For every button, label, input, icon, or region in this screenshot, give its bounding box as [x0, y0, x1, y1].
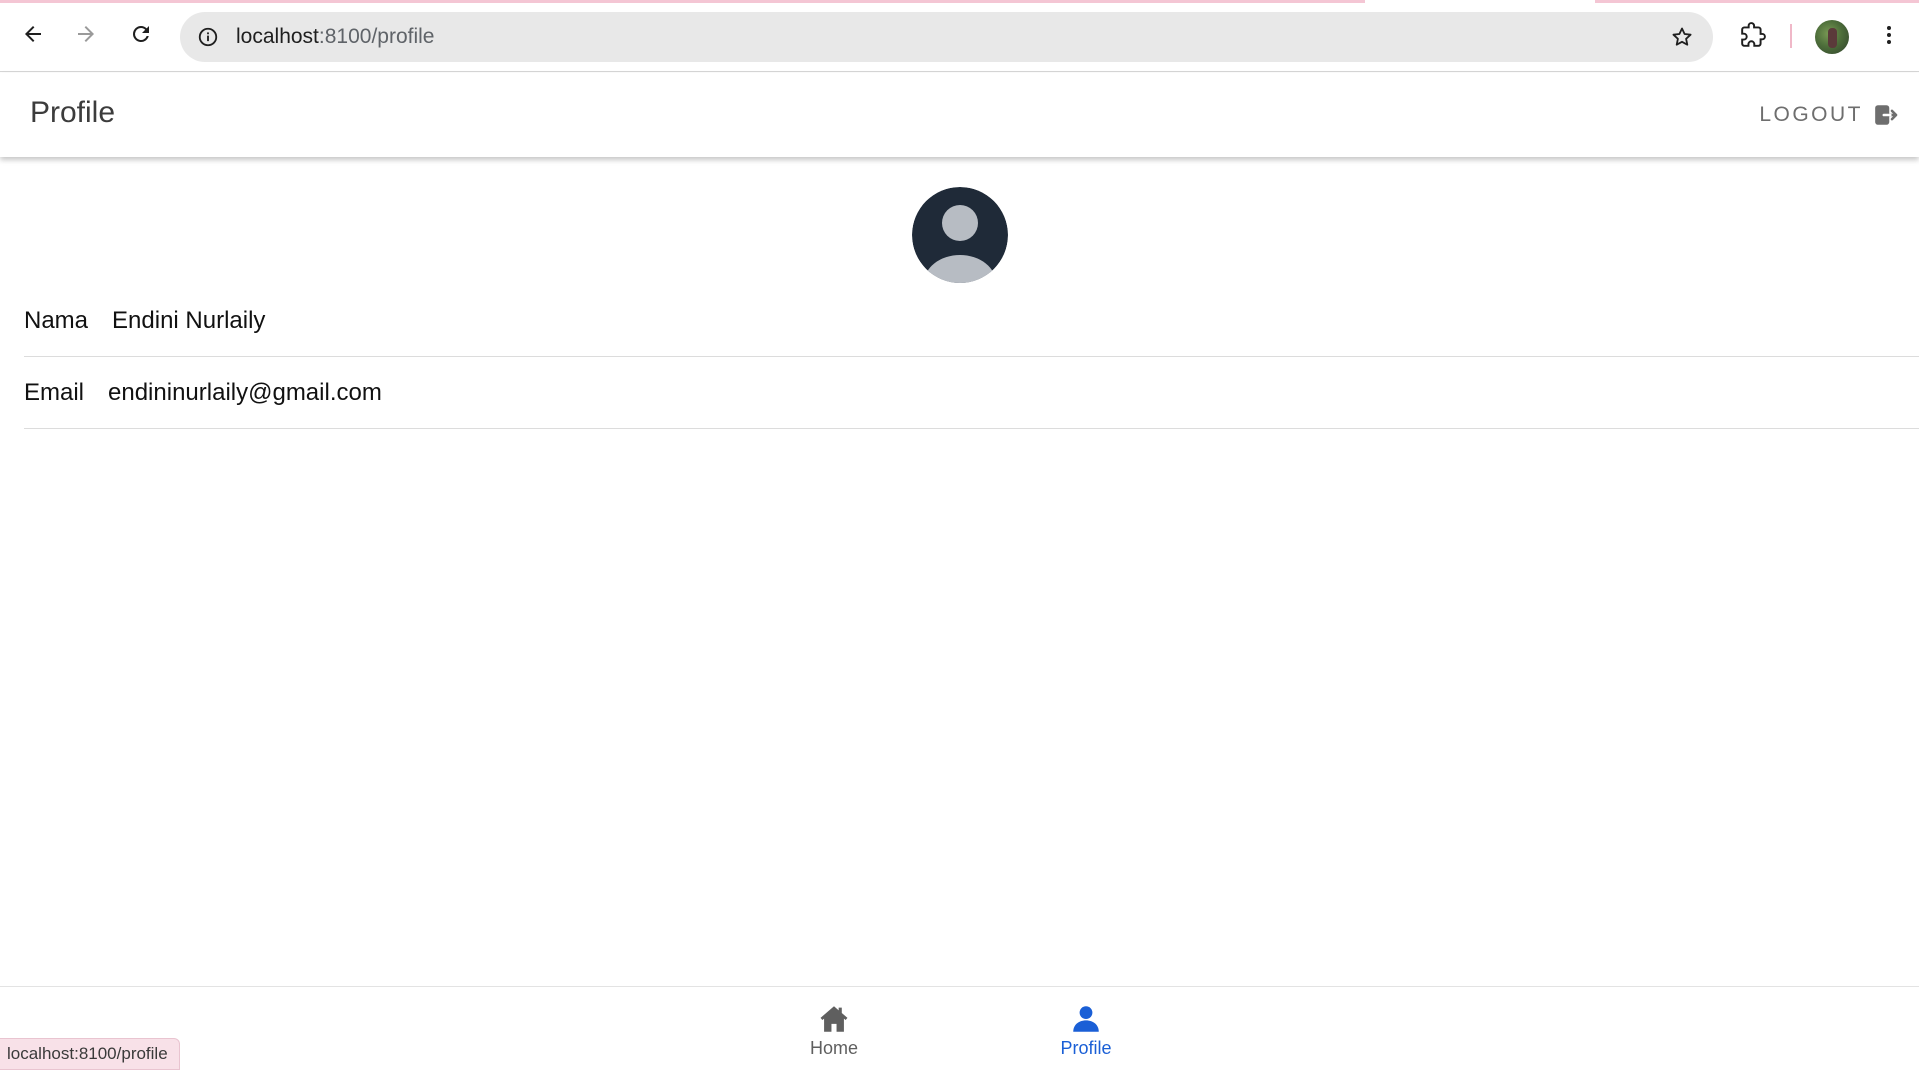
tab-label: Profile [1060, 1037, 1112, 1058]
browser-toolbar: localhost:8100/profile [0, 0, 1919, 72]
profile-row-email: Email endininurlaily@gmail.com [24, 357, 1919, 429]
url-host: localhost [236, 25, 319, 48]
info-icon [198, 27, 218, 47]
person-avatar-icon [912, 187, 1008, 283]
link-status-tooltip: localhost:8100/profile [0, 1038, 180, 1070]
reload-icon [133, 25, 149, 42]
logout-label: LOGOUT [1759, 103, 1863, 126]
forward-button[interactable] [66, 14, 106, 54]
browser-menu-button[interactable] [1871, 17, 1907, 53]
profile-avatar [912, 187, 1008, 283]
address-bar[interactable]: localhost:8100/profile [180, 12, 1713, 62]
bottom-tab-bar: Home Profile [0, 986, 1919, 1072]
profile-content: Nama Endini Nurlaily Email endininurlail… [0, 157, 1919, 986]
extensions-button[interactable] [1735, 17, 1771, 53]
page-load-indicator [0, 0, 1365, 3]
person-icon [1073, 1005, 1099, 1032]
home-icon [820, 1005, 848, 1032]
toolbar-divider [1790, 24, 1792, 48]
row-value: Endini Nurlaily [112, 306, 266, 334]
row-label: Nama [24, 306, 89, 334]
tab-profile[interactable]: Profile [1006, 987, 1166, 1073]
puzzle-icon [1741, 22, 1766, 47]
tab-label: Home [809, 1037, 858, 1058]
tab-home[interactable]: Home [754, 987, 914, 1073]
page-load-indicator-tail [1595, 0, 1919, 3]
arrow-left-icon [25, 26, 41, 42]
star-icon [1672, 27, 1692, 46]
bookmark-button[interactable] [1665, 20, 1699, 54]
logout-button[interactable]: LOGOUT [1759, 99, 1899, 131]
back-button[interactable] [13, 14, 53, 54]
more-vert-icon [1887, 26, 1891, 44]
row-value: endininurlaily@gmail.com [108, 378, 382, 406]
logout-icon [1875, 105, 1898, 125]
row-label: Email [24, 378, 85, 406]
url-text[interactable]: localhost:8100/profile [236, 25, 434, 49]
reload-button[interactable] [121, 14, 161, 54]
site-info-button[interactable] [192, 21, 224, 53]
app-header: Profile LOGOUT [0, 73, 1919, 157]
arrow-right-icon [78, 26, 94, 42]
url-path: :8100/profile [318, 25, 435, 48]
page-title: Profile [30, 96, 116, 129]
profile-avatar-button[interactable] [1815, 20, 1849, 54]
profile-row-name: Nama Endini Nurlaily [24, 285, 1919, 357]
